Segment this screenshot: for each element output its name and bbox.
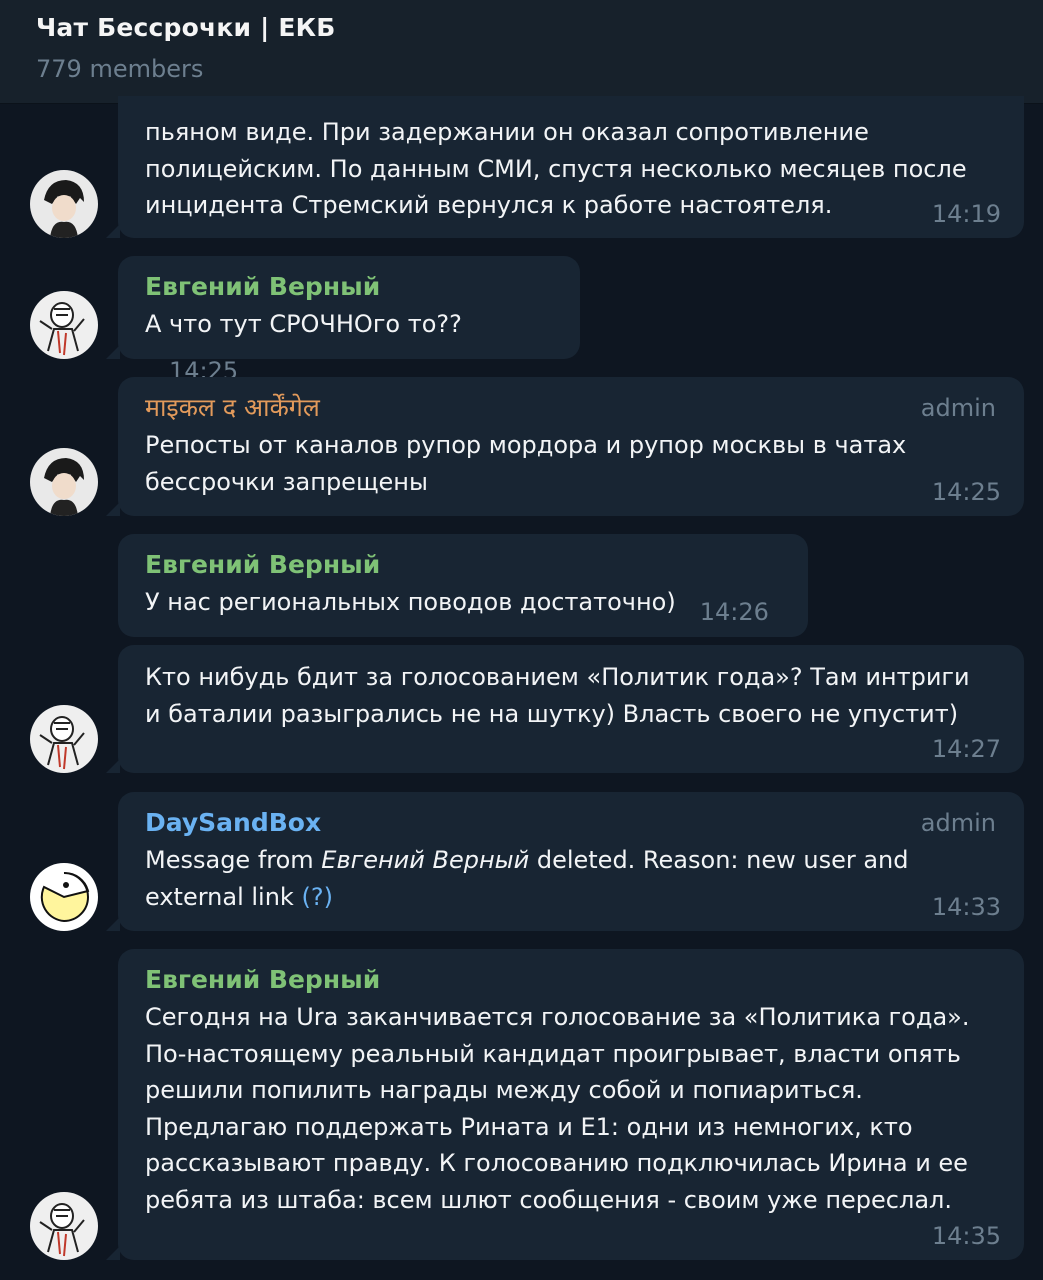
sender-name[interactable]: Евгений Верный xyxy=(145,961,997,999)
message-fragment: Message from xyxy=(145,846,322,874)
bot-avatar[interactable] xyxy=(30,863,98,931)
bubble-tail xyxy=(106,759,120,773)
user-avatar[interactable] xyxy=(30,448,98,516)
message-line: полицейским. По данным СМИ, спустя неско… xyxy=(145,154,967,183)
message-time: 14:25 xyxy=(931,478,1001,506)
user-avatar[interactable] xyxy=(30,291,98,359)
message-line: бессрочки запрещены xyxy=(145,467,428,496)
message-time: 14:27 xyxy=(931,735,1001,763)
chat-header[interactable]: Чат Бессрочки | ЕКБ 779 members xyxy=(0,0,1043,104)
message-text: Message from Евгений Верный deleted. Rea… xyxy=(145,842,997,915)
user-avatar[interactable] xyxy=(30,705,98,773)
admin-badge: admin xyxy=(920,809,996,837)
message-line: пьяном виде. При задержании он оказал со… xyxy=(145,118,869,146)
message-time: 14:19 xyxy=(931,200,1001,228)
message-text: Кто нибудь бдит за голосованием «Политик… xyxy=(145,659,997,732)
message-text: Репосты от каналов рупор мордора и рупор… xyxy=(145,427,997,500)
message-fragment: external link xyxy=(145,882,302,911)
message-line: рассказывают правду. К голосованию подкл… xyxy=(145,1149,968,1177)
user-avatar[interactable] xyxy=(30,1192,98,1260)
bubble-tail xyxy=(106,917,120,931)
message-text: Сегодня на Ura заканчивается голосование… xyxy=(145,999,997,1218)
message-line: Сегодня на Ura заканчивается голосование… xyxy=(145,1003,970,1031)
bubble-tail xyxy=(106,502,120,516)
message-line: По-настоящему реальный кандидат проигрыв… xyxy=(145,1039,961,1068)
message-bubble[interactable]: пьяном виде. При задержании он оказал со… xyxy=(106,96,1024,238)
chat-title: Чат Бессрочки | ЕКБ xyxy=(36,13,336,42)
message-time: 14:33 xyxy=(931,893,1001,921)
message-bubble[interactable]: DaySandBox admin Message from Евгений Ве… xyxy=(106,792,1024,931)
member-count: 779 members xyxy=(36,55,204,83)
message-line: Кто нибудь бдит за голосованием «Политик… xyxy=(145,663,970,691)
sender-name[interactable]: Евгений Верный xyxy=(145,268,553,306)
message-line: Предлагаю поддержать Рината и Е1: одни и… xyxy=(145,1112,913,1141)
deleted-user-name: Евгений Верный xyxy=(321,846,530,874)
message-line: и баталии разыгрались не на шутку) Власт… xyxy=(145,699,959,728)
message-line: инцидента Стремский вернулся к работе на… xyxy=(145,191,833,219)
message-line: Message from Евгений Верный deleted. Rea… xyxy=(145,842,997,879)
message-fragment: deleted. Reason: new user and xyxy=(529,846,909,874)
message-text: пьяном виде. При задержании он оказал со… xyxy=(145,114,997,224)
bubble-tail xyxy=(106,1246,120,1260)
message-text: У нас региональных поводов достаточно) 14… xyxy=(145,584,781,626)
sender-name[interactable]: DaySandBox xyxy=(145,804,997,842)
admin-badge: admin xyxy=(920,394,996,422)
message-bubble[interactable]: Кто нибудь бдит за голосованием «Политик… xyxy=(106,645,1024,773)
bubble-tail xyxy=(106,345,120,359)
sender-name[interactable]: माइकल द आर्केंगेल xyxy=(145,389,997,427)
message-line: Репосты от каналов рупор мордора и рупор… xyxy=(145,431,907,459)
user-avatar[interactable] xyxy=(30,170,98,238)
sender-name[interactable]: Евгений Верный xyxy=(145,546,781,584)
bubble-tail xyxy=(106,224,120,238)
help-link[interactable]: (?) xyxy=(301,883,332,911)
message-time: 14:26 xyxy=(699,598,769,626)
message-line: ребята из штаба: всем шлют сообщения - с… xyxy=(145,1185,952,1214)
message-bubble[interactable]: माइकल द आर्केंगेल admin Репосты от канал… xyxy=(106,377,1024,516)
message-bubble[interactable]: Евгений Верный У нас региональных поводо… xyxy=(118,534,808,637)
message-line: У нас региональных поводов достаточно) xyxy=(145,588,676,616)
message-text: А что тут СРОЧНОго то??14:25 xyxy=(145,306,553,385)
message-bubble[interactable]: Евгений Верный А что тут СРОЧНОго то??14… xyxy=(106,256,580,385)
message-line: решили попилить награды между собой и по… xyxy=(145,1076,863,1104)
message-line: А что тут СРОЧНОго то?? xyxy=(145,310,462,338)
message-bubble[interactable]: Евгений Верный Сегодня на Ura заканчивае… xyxy=(106,949,1024,1260)
message-time: 14:35 xyxy=(931,1222,1001,1250)
message-line: external link (?) xyxy=(145,879,997,916)
